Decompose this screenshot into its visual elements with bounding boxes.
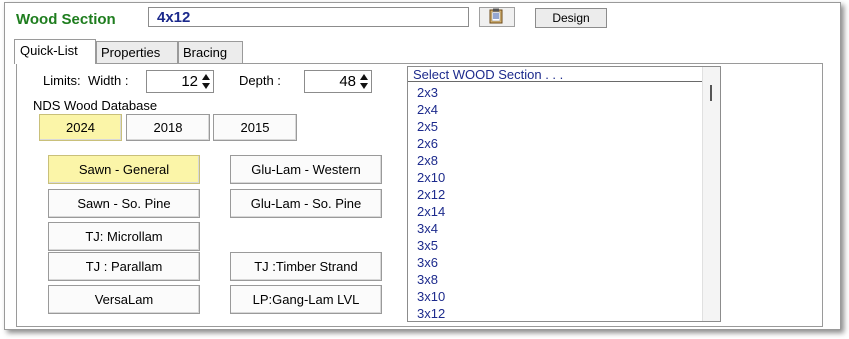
sawn-so-pine-button[interactable]: Sawn - So. Pine	[48, 189, 200, 218]
list-item[interactable]: 2x10	[417, 169, 445, 186]
list-scrollbar[interactable]	[702, 67, 720, 321]
dialog-title: Wood Section	[16, 11, 116, 28]
glulam-western-button[interactable]: Glu-Lam - Western	[230, 155, 382, 184]
section-name-field[interactable]: 4x12	[148, 7, 469, 27]
list-item[interactable]: 2x12	[417, 186, 445, 203]
tj-timber-strand-button[interactable]: TJ :Timber Strand	[230, 252, 382, 281]
list-item[interactable]: 2x3	[417, 84, 445, 101]
section-listbox[interactable]: Select WOOD Section . . . 2x3 2x4 2x5 2x6 2x…	[407, 66, 721, 322]
list-item[interactable]: 2x4	[417, 101, 445, 118]
tab-bracing[interactable]: Bracing	[178, 41, 243, 63]
limits-label: Limits:	[43, 73, 81, 88]
tab-properties[interactable]: Properties	[96, 41, 178, 63]
clipboard-icon	[488, 8, 506, 27]
list-item[interactable]: 3x5	[417, 237, 445, 254]
tj-parallam-button[interactable]: TJ : Parallam	[48, 252, 200, 281]
glulam-so-pine-button[interactable]: Glu-Lam - So. Pine	[230, 189, 382, 218]
section-list-header: Select WOOD Section . . .	[408, 67, 704, 82]
spinner-arrows-icon[interactable]	[359, 72, 370, 91]
depth-spinner[interactable]: 48	[304, 70, 372, 93]
list-item[interactable]: 3x10	[417, 288, 445, 305]
depth-label: Depth :	[239, 73, 281, 88]
list-item[interactable]: 3x8	[417, 271, 445, 288]
spinner-arrows-icon[interactable]	[201, 72, 212, 91]
year-2015-button[interactable]: 2015	[213, 114, 297, 141]
list-item[interactable]: 3x6	[417, 254, 445, 271]
year-2024-button[interactable]: 2024	[39, 114, 122, 141]
lp-ganglam-button[interactable]: LP:Gang-Lam LVL	[230, 285, 382, 314]
depth-value: 48	[339, 73, 356, 90]
nds-database-label: NDS Wood Database	[33, 98, 158, 113]
list-item[interactable]: 3x4	[417, 220, 445, 237]
width-spinner[interactable]: 12	[146, 70, 214, 93]
sawn-general-button[interactable]: Sawn - General	[48, 155, 200, 184]
list-item[interactable]: 2x6	[417, 135, 445, 152]
design-button[interactable]: Design	[535, 8, 607, 28]
width-value: 12	[181, 73, 198, 90]
tab-quick-list[interactable]: Quick-List	[14, 39, 96, 64]
section-list-items: 2x3 2x4 2x5 2x6 2x8 2x10 2x12 2x14 3x4 3x5 3x6 3x8 3…	[417, 84, 445, 321]
list-item[interactable]: 2x14	[417, 203, 445, 220]
list-item[interactable]: 3x12	[417, 305, 445, 321]
tj-microllam-button[interactable]: TJ: Microllam	[48, 222, 200, 251]
wood-section-dialog: Wood Section 4x12 Design Quick-List Prop…	[4, 2, 841, 330]
clipboard-button[interactable]	[479, 7, 515, 27]
year-2018-button[interactable]: 2018	[126, 114, 210, 141]
width-label: Width :	[88, 73, 129, 88]
scrollbar-thumb[interactable]	[710, 85, 712, 101]
list-item[interactable]: 2x8	[417, 152, 445, 169]
list-item[interactable]: 2x5	[417, 118, 445, 135]
versalam-button[interactable]: VersaLam	[48, 285, 200, 314]
